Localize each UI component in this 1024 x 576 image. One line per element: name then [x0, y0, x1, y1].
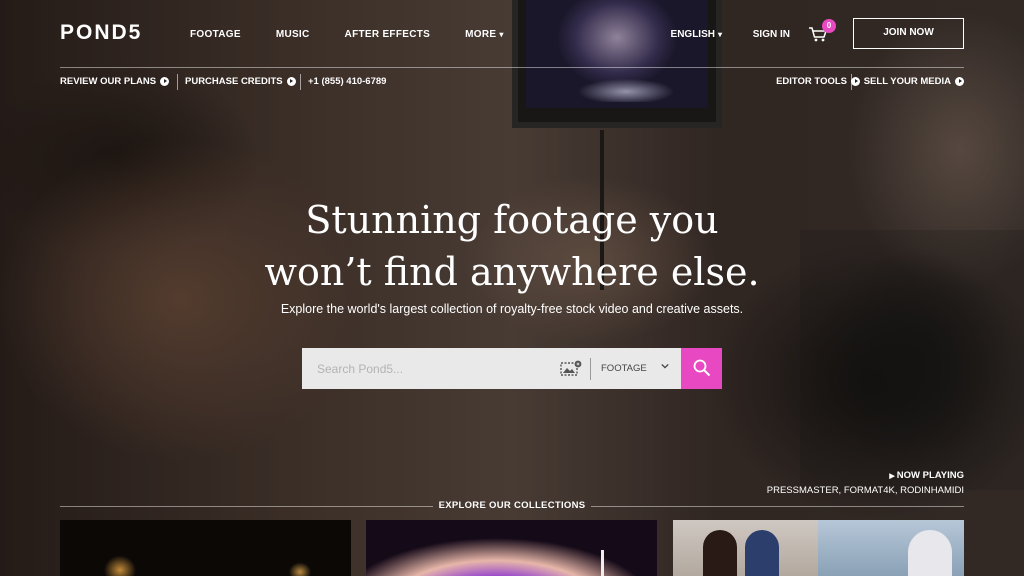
media-type-select[interactable]: FOOTAGE — [591, 348, 681, 389]
hero-headline-line-1: Stunning footage you — [305, 198, 719, 242]
main-nav: FOOTAGE MUSIC AFTER EFFECTS MORE ▾ — [190, 29, 539, 40]
now-playing-credits[interactable]: PRESSMASTER, FORMAT4K, RODINHAMIDI — [767, 485, 964, 496]
chevron-down-icon: ▾ — [717, 30, 722, 39]
chevron-down-icon — [661, 363, 669, 369]
nav-footage[interactable]: FOOTAGE — [190, 29, 241, 40]
play-circle-icon — [955, 77, 964, 86]
collection-tile-detail — [601, 550, 604, 576]
sub-nav-separator — [300, 74, 301, 90]
language-selector[interactable]: ENGLISH ▾ — [671, 29, 722, 40]
review-plans-label: REVIEW OUR PLANS — [60, 76, 157, 87]
logo[interactable]: POND5 — [60, 21, 142, 45]
sell-media-label: SELL YOUR MEDIA — [863, 76, 951, 87]
image-search-button[interactable] — [548, 348, 590, 389]
sub-nav-separator — [177, 74, 178, 90]
collection-tile-figure — [745, 530, 779, 576]
collections-heading: EXPLORE OUR COLLECTIONS — [438, 500, 586, 511]
nav-more-label: MORE — [465, 29, 497, 40]
now-playing-title[interactable]: ▶ NOW PLAYING — [767, 470, 964, 481]
collection-tile-figure — [703, 530, 737, 576]
collection-tile[interactable] — [673, 520, 818, 576]
header-divider — [60, 67, 964, 68]
play-circle-icon — [286, 77, 296, 86]
image-search-icon — [560, 360, 582, 376]
cart-button[interactable]: 0 — [808, 19, 836, 44]
editor-tools-link[interactable]: EDITOR TOOLS — [776, 76, 860, 87]
nav-music[interactable]: MUSIC — [276, 29, 310, 40]
now-playing-label: NOW PLAYING — [896, 470, 964, 481]
hero-subline: Explore the world's largest collection o… — [280, 302, 744, 316]
sell-media-link[interactable]: SELL YOUR MEDIA — [864, 76, 964, 87]
play-circle-icon — [851, 77, 860, 86]
search-icon — [693, 359, 711, 377]
collection-tile[interactable] — [818, 520, 964, 576]
purchase-credits-link[interactable]: PURCHASE CREDITS — [185, 76, 296, 87]
purchase-credits-label: PURCHASE CREDITS — [185, 76, 283, 87]
phone-number[interactable]: +1 (855) 410-6789 — [308, 76, 386, 87]
join-now-button[interactable]: JOIN NOW — [853, 18, 964, 49]
hero-headline: Stunning footage you won’t find anywhere… — [0, 194, 1024, 298]
review-plans-link[interactable]: REVIEW OUR PLANS — [60, 76, 170, 87]
collection-tile[interactable] — [366, 520, 657, 576]
search-input[interactable] — [302, 348, 548, 389]
editor-tools-label: EDITOR TOOLS — [776, 76, 847, 87]
nav-more[interactable]: MORE ▾ — [465, 29, 504, 40]
collection-tile[interactable] — [60, 520, 351, 576]
play-circle-icon — [160, 77, 170, 86]
search-button[interactable] — [681, 348, 722, 389]
sub-nav: REVIEW OUR PLANS PURCHASE CREDITS +1 (85… — [60, 74, 964, 90]
nav-after-effects[interactable]: AFTER EFFECTS — [345, 29, 431, 40]
cart-count-badge: 0 — [822, 19, 836, 33]
language-label: ENGLISH — [670, 29, 715, 40]
play-triangle-icon: ▶ — [889, 473, 895, 480]
now-playing: ▶ NOW PLAYING PRESSMASTER, FORMAT4K, RODI… — [767, 470, 964, 496]
collection-tile-figure — [908, 530, 952, 576]
sub-nav-separator — [851, 74, 852, 90]
sign-in-link[interactable]: SIGN IN — [753, 29, 790, 40]
chevron-down-icon: ▾ — [499, 30, 504, 39]
hero-headline-line-2: won’t find anywhere else. — [264, 250, 760, 294]
search-bar: FOOTAGE — [302, 348, 722, 389]
top-nav: POND5 FOOTAGE MUSIC AFTER EFFECTS MORE ▾ … — [60, 18, 964, 50]
media-type-label: FOOTAGE — [601, 363, 647, 374]
